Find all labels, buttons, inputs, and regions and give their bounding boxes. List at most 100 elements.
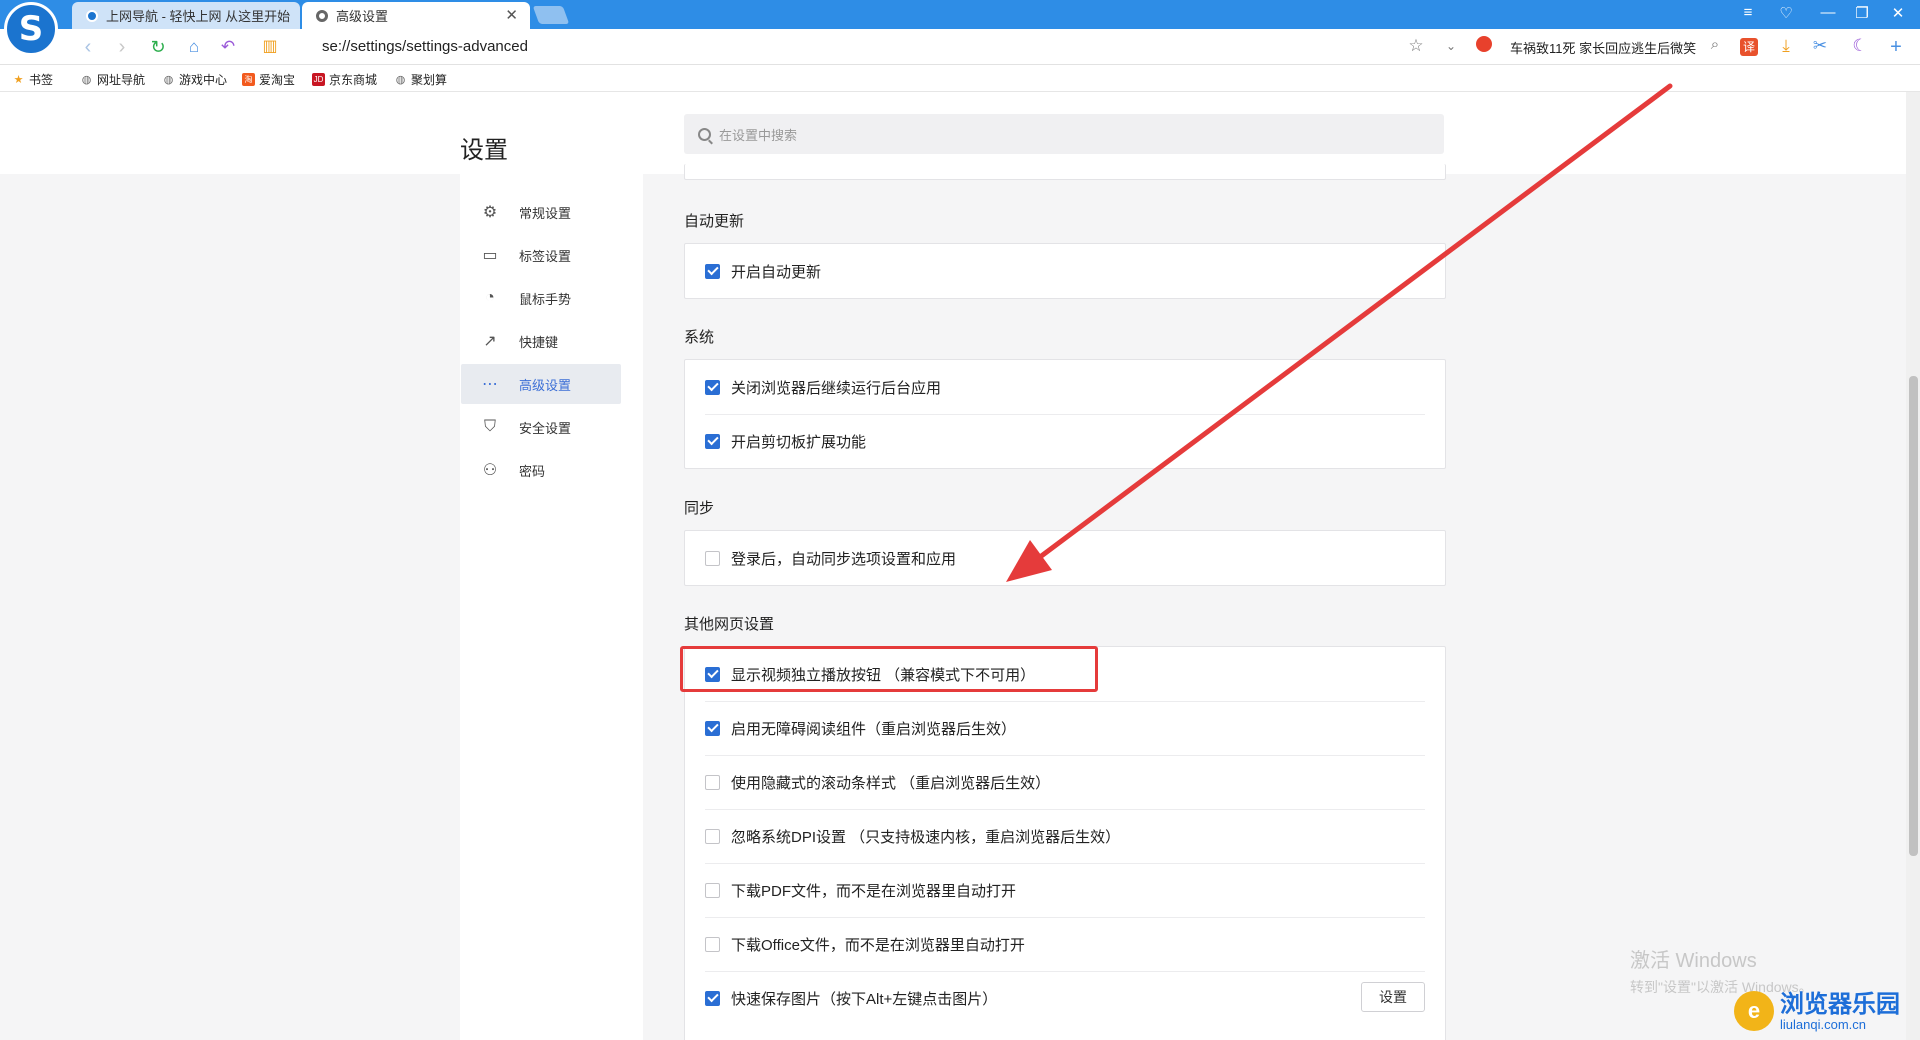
section-title-other-web: 其他网页设置 (684, 616, 775, 633)
setting-row[interactable]: 开启剪切板扩展功能 (685, 414, 1445, 468)
tab-navigation[interactable]: 上网导航 - 轻快上网 从这里开始 (72, 2, 300, 29)
star-icon: ★ (13, 74, 24, 86)
sogou-browser-logo[interactable]: S (4, 2, 58, 56)
back-icon[interactable]: ‹ (76, 35, 100, 59)
sidebar-item-mouse-gestures[interactable]: ◔ 鼠标手势 (461, 278, 621, 318)
bookmark-item[interactable]: ◍ 聚划算 (394, 71, 447, 88)
bookmarks-bar: ★ 书签 ◍ 网址导航 ◍ 游戏中心 淘 爱淘宝 JD 京东商城 ◍ 聚划算 (0, 65, 1920, 92)
bookmark-item[interactable]: ◍ 网址导航 (80, 71, 145, 88)
globe-icon: ◍ (163, 74, 174, 86)
checkbox[interactable] (705, 550, 720, 566)
watermark-logo-icon: e (1734, 991, 1774, 1031)
checkbox[interactable] (705, 828, 720, 844)
url-input[interactable]: se://settings/settings-advanced (322, 38, 528, 55)
setting-row[interactable]: 使用隐藏式的滚动条样式 （重启浏览器后生效） (685, 755, 1445, 809)
sidebar-item-label: 快捷键 (519, 334, 559, 350)
setting-label: 开启自动更新 (731, 263, 822, 281)
checkbox[interactable] (705, 990, 720, 1006)
section-title-sync: 同步 (684, 500, 715, 517)
image-save-settings-button[interactable]: 设置 (1361, 982, 1425, 1012)
search-engine-icon[interactable] (1476, 36, 1492, 52)
section-card-system: 关闭浏览器后继续运行后台应用 开启剪切板扩展功能 (684, 359, 1446, 469)
shield-icon: ⛉ (483, 418, 496, 435)
news-ticker[interactable]: 车祸致11死 家长回应逃生后微笑 (1510, 38, 1696, 57)
new-tab-button[interactable] (532, 6, 570, 24)
setting-row[interactable]: 开启自动更新 (685, 244, 1445, 298)
close-window-icon[interactable]: ✕ (1886, 4, 1910, 22)
checkbox[interactable] (705, 263, 720, 279)
search-icon[interactable]: ⌕ (1703, 36, 1727, 53)
refresh-icon[interactable]: ↻ (146, 35, 170, 59)
sogou-favicon-icon (86, 9, 98, 22)
setting-label: 关闭浏览器后继续运行后台应用 (731, 379, 942, 397)
checkbox[interactable] (705, 936, 720, 952)
download-icon[interactable]: ⤓ (1774, 36, 1798, 56)
reading-mode-icon[interactable]: ▥ (258, 35, 282, 59)
menu-icon[interactable]: ≡ (1736, 4, 1760, 21)
sidebar-item-advanced[interactable]: ⋯ 高级设置 (461, 364, 621, 404)
checkbox[interactable] (705, 882, 720, 898)
screenshot-icon[interactable]: ✂ (1808, 36, 1832, 56)
home-icon[interactable]: ⌂ (182, 35, 206, 59)
checkbox[interactable] (705, 774, 720, 790)
tab-title: 高级设置 (336, 9, 389, 24)
night-mode-icon[interactable]: ☾ (1848, 36, 1872, 56)
setting-row[interactable]: 忽略系统DPI设置 （只支持极速内核，重启浏览器后生效） (685, 809, 1445, 863)
setting-row[interactable]: 下载PDF文件，而不是在浏览器里自动打开 (685, 863, 1445, 917)
dropdown-chevron-icon[interactable]: ⌄ (1439, 39, 1463, 53)
setting-row[interactable]: 下载Office文件，而不是在浏览器里自动打开 (685, 917, 1445, 971)
setting-row[interactable]: 关闭浏览器后继续运行后台应用 (685, 360, 1445, 414)
setting-label: 下载PDF文件，而不是在浏览器里自动打开 (731, 882, 1017, 900)
section-card-sync: 登录后，自动同步选项设置和应用 (684, 530, 1446, 586)
sidebar-item-label: 标签设置 (519, 248, 572, 264)
minimize-icon[interactable]: — (1816, 4, 1840, 21)
search-placeholder: 在设置中搜索 (719, 127, 798, 143)
setting-row[interactable]: 快速保存图片（按下Alt+左键点击图片） 设置 (685, 971, 1445, 1025)
sidebar-item-general[interactable]: ⚙ 常规设置 (461, 192, 621, 232)
bookmark-star-icon[interactable]: ☆ (1404, 36, 1428, 56)
bookmark-item[interactable]: 淘 爱淘宝 (242, 71, 295, 88)
add-icon[interactable]: + (1884, 36, 1908, 59)
watermark-title: 浏览器乐园 (1780, 989, 1900, 1018)
translate-icon[interactable]: 译 (1740, 38, 1758, 56)
sidebar-item-tabs[interactable]: ▭ 标签设置 (461, 235, 621, 275)
tab-advanced-settings[interactable]: 高级设置 ✕ (302, 2, 530, 29)
gear-icon: ⚙ (482, 204, 498, 221)
more-icon: ⋯ (482, 376, 498, 393)
sidebar-item-security[interactable]: ⛉ 安全设置 (461, 407, 621, 447)
section-card-auto-update: 开启自动更新 (684, 243, 1446, 299)
setting-label: 开启剪切板扩展功能 (731, 433, 867, 451)
settings-header: 设置 在设置中搜索 (0, 92, 1906, 174)
settings-search-input[interactable]: 在设置中搜索 (684, 114, 1444, 154)
bookmark-item[interactable]: JD 京东商城 (312, 71, 377, 88)
sidebar-item-label: 鼠标手势 (519, 291, 572, 307)
skin-icon[interactable]: ♡ (1774, 4, 1798, 22)
forward-icon[interactable]: › (110, 35, 134, 59)
bookmark-label: 爱淘宝 (259, 73, 296, 87)
checkbox[interactable] (705, 433, 720, 449)
setting-row[interactable]: 启用无障碍阅读组件（重启浏览器后生效） (685, 701, 1445, 755)
globe-icon: ◍ (395, 74, 406, 86)
restore-icon[interactable]: ❐ (1850, 4, 1874, 22)
activation-title: 激活 Windows (1630, 950, 1757, 972)
settings-content: 自动更新 开启自动更新 系统 关闭浏览器后继续运行后台应用 开启剪切板扩展功能 … (644, 164, 1906, 1040)
settings-page: 设置 在设置中搜索 ⚙ 常规设置 ▭ 标签设置 ◔ 鼠标手势 ↗ 快捷键 ⋯ 高… (0, 92, 1906, 1040)
undo-close-icon[interactable]: ↶ (216, 35, 240, 59)
setting-row[interactable]: 登录后，自动同步选项设置和应用 (685, 531, 1445, 585)
checkbox[interactable] (705, 379, 720, 395)
close-tab-icon[interactable]: ✕ (505, 6, 518, 24)
tab-icon: ▭ (482, 247, 498, 264)
sidebar-item-passwords[interactable]: ⚇ 密码 (461, 450, 621, 490)
bookmark-item[interactable]: ◍ 游戏中心 (162, 71, 227, 88)
setting-label: 快速保存图片（按下Alt+左键点击图片） (731, 990, 998, 1008)
highlight-box (680, 646, 1098, 692)
watermark-url: liulanqi.com.cn (1780, 1017, 1866, 1032)
section-card-other-web: 显示视频独立播放按钮 （兼容模式下不可用） 启用无障碍阅读组件（重启浏览器后生效… (684, 646, 1446, 1040)
sidebar-item-label: 高级设置 (519, 377, 572, 393)
vertical-scrollbar[interactable] (1906, 92, 1920, 1040)
scrollbar-thumb[interactable] (1909, 376, 1918, 856)
tab-bar: 上网导航 - 轻快上网 从这里开始 高级设置 ✕ ≡ ♡ — ❐ ✕ (0, 0, 1920, 29)
bookmark-folder[interactable]: ★ 书签 (12, 71, 53, 88)
sidebar-item-shortcuts[interactable]: ↗ 快捷键 (461, 321, 621, 361)
checkbox[interactable] (705, 720, 720, 736)
